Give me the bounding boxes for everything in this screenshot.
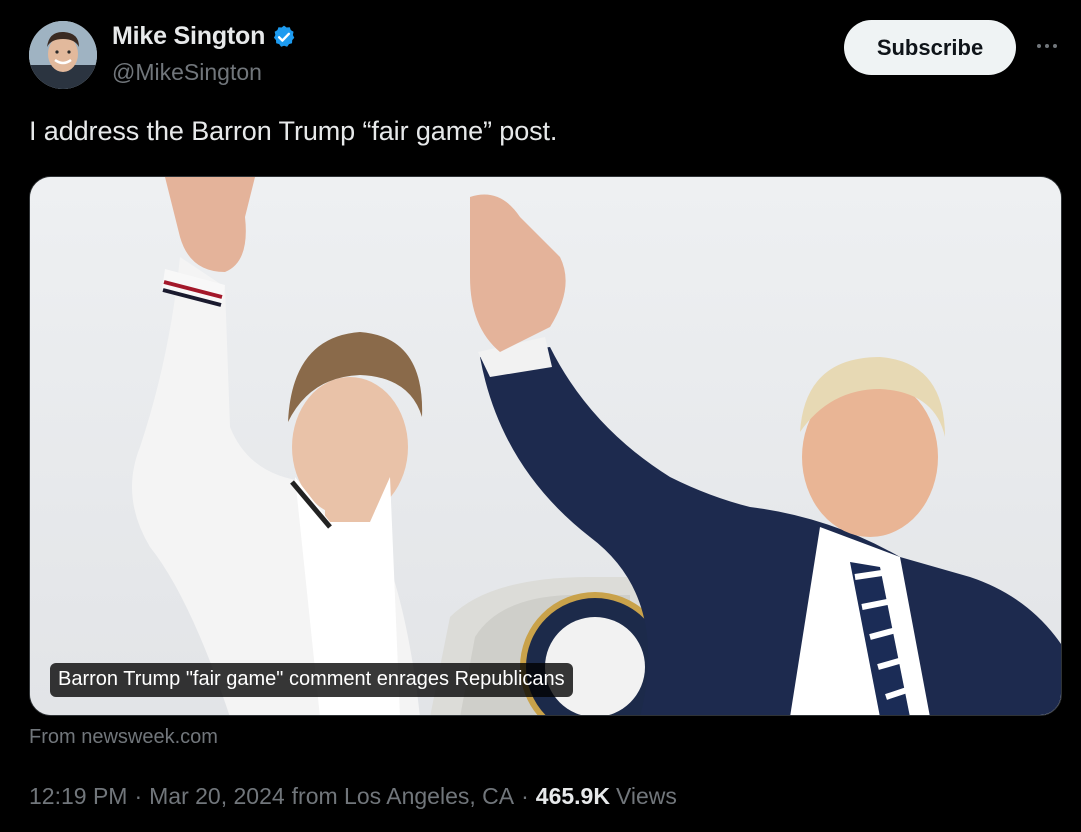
verified-badge-icon[interactable]: [271, 24, 297, 50]
link-card[interactable]: Barron Trump "fair game" comment enrages…: [29, 176, 1062, 716]
tweet-location: from Los Angeles, CA: [291, 783, 515, 809]
more-icon[interactable]: [1030, 34, 1064, 58]
more-dot: [1045, 44, 1049, 48]
subscribe-button[interactable]: Subscribe: [844, 20, 1016, 75]
avatar-image: [29, 21, 97, 89]
tweet-time[interactable]: 12:19 PM: [29, 783, 127, 810]
author-name-row: Mike Sington: [112, 22, 297, 51]
views-count: 465.9K: [535, 783, 610, 809]
tweet-text: I address the Barron Trump “fair game” p…: [29, 116, 558, 146]
tweet: Mike Sington @MikeSington Subscribe I ad…: [0, 0, 1081, 832]
tweet-meta: 12:19 PM · Mar 20, 2024 from Los Angeles…: [29, 783, 677, 810]
more-dot: [1053, 44, 1057, 48]
meta-separator: ·: [521, 783, 529, 809]
meta-separator: ·: [134, 783, 143, 809]
card-caption: Barron Trump "fair game" comment enrages…: [50, 663, 573, 697]
more-dot: [1037, 44, 1041, 48]
card-image: [30, 177, 1061, 715]
tweet-date[interactable]: Mar 20, 2024: [149, 783, 285, 810]
views-label: Views: [615, 783, 677, 809]
author-handle[interactable]: @MikeSington: [112, 59, 262, 86]
author-name[interactable]: Mike Sington: [112, 22, 265, 51]
avatar[interactable]: [29, 21, 97, 89]
card-source-link[interactable]: From newsweek.com: [29, 726, 218, 749]
